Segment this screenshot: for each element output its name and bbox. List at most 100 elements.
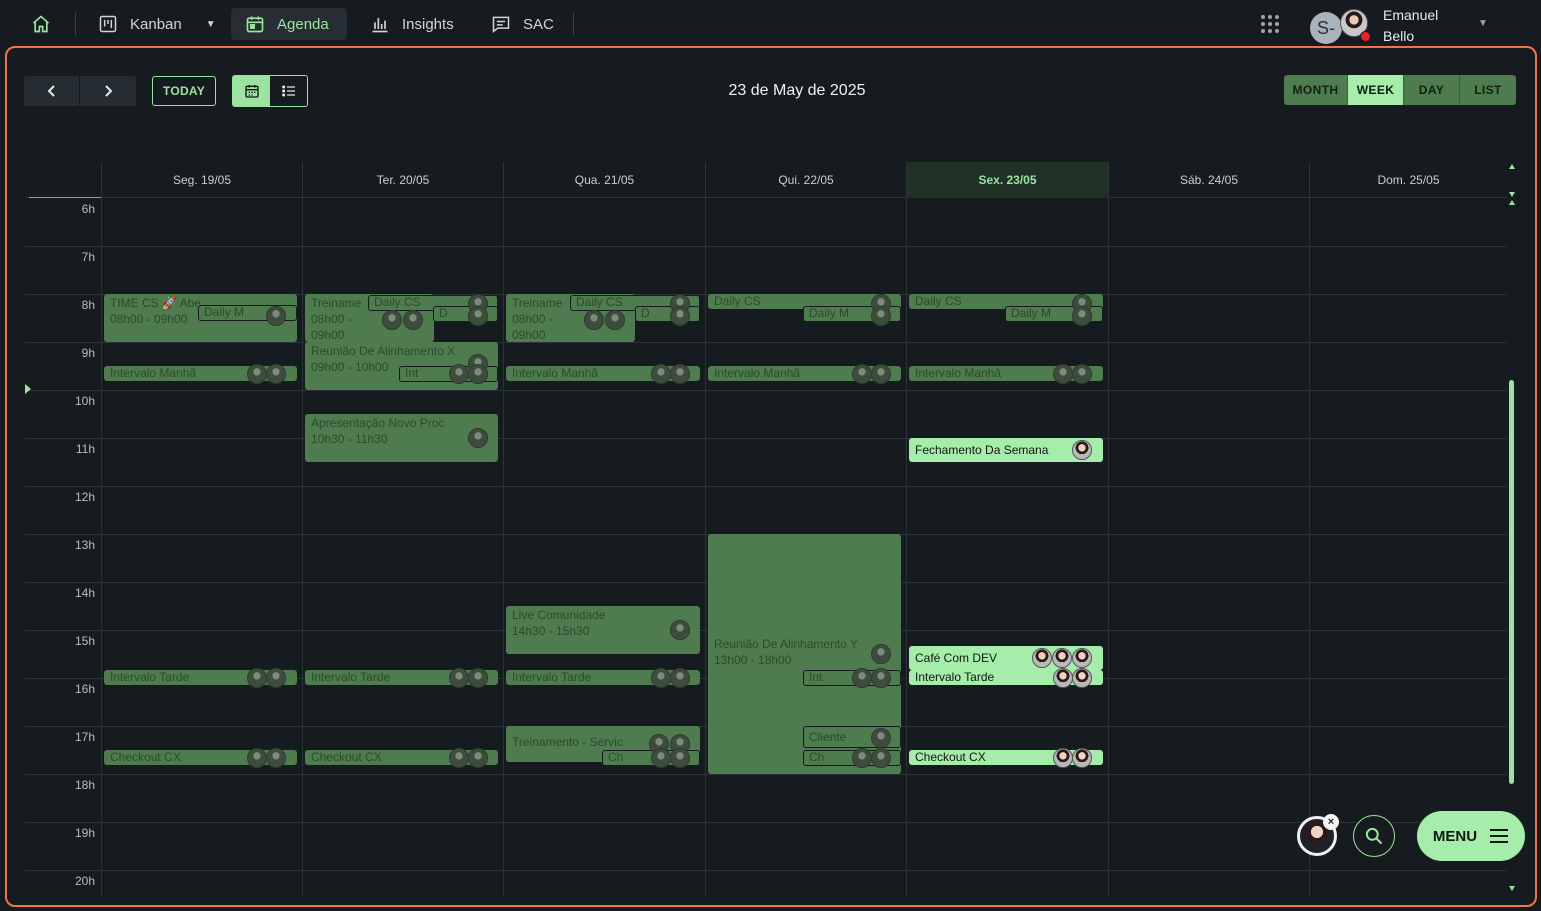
- attendee-avatar: [871, 306, 891, 326]
- attendee-avatar: [449, 668, 469, 688]
- scroll-down-icon[interactable]: [1509, 192, 1515, 197]
- attendee-avatar: [468, 364, 488, 384]
- scroll-down-icon[interactable]: [1509, 886, 1515, 891]
- attendee-avatar: [1072, 668, 1092, 688]
- hour-label: 13h: [74, 538, 95, 552]
- hour-label: 9h: [81, 346, 95, 360]
- attendee-avatar: [871, 748, 891, 768]
- attendee-avatar: [852, 364, 872, 384]
- attendee-avatar: [266, 306, 286, 326]
- time-grid: 20h 19h 18h 17h 16h 15h 14h 13h 12h 11h 10h 9h 8h 7h 6…: [25, 198, 1507, 896]
- attendee-avatar: [449, 364, 469, 384]
- day-header-sat[interactable]: Sáb. 24/05: [1108, 162, 1309, 198]
- calendar-view-toggle[interactable]: [233, 76, 270, 106]
- scroll-up-icon[interactable]: [1509, 200, 1515, 205]
- attendee-avatar: [871, 728, 891, 748]
- event-d[interactable]: D: [433, 306, 498, 322]
- attendee-avatar: [247, 364, 267, 384]
- attendee-avatar: [449, 748, 469, 768]
- nav-item-kanban[interactable]: Kanban ▼: [84, 8, 230, 40]
- search-button[interactable]: [1353, 815, 1395, 857]
- hour-label: 7h: [81, 250, 95, 264]
- nav-item-label: SAC: [523, 15, 554, 33]
- column-divider: [705, 198, 706, 896]
- chevron-down-icon[interactable]: ▼: [206, 19, 216, 30]
- attendee-avatar: [1072, 648, 1092, 668]
- attendee-avatar: [605, 310, 625, 330]
- day-header-sun[interactable]: Dom. 25/05: [1309, 162, 1507, 198]
- hour-gridline: [25, 438, 1507, 439]
- hour-gridline: [25, 246, 1507, 247]
- nav-item-sac[interactable]: SAC: [477, 8, 568, 40]
- scroll-up-icon[interactable]: [1509, 164, 1515, 169]
- menu-button[interactable]: MENU: [1417, 811, 1525, 861]
- week-calendar: Seg. 19/05 Ter. 20/05 Qua. 21/05 Qui. 22…: [25, 162, 1507, 896]
- attendee-avatar: [670, 620, 690, 640]
- hour-label: 16h: [74, 682, 95, 696]
- list-view-toggle[interactable]: [270, 76, 307, 106]
- hour-gridline: [25, 822, 1507, 823]
- calendar-icon: [244, 85, 259, 98]
- hour-label: 15h: [74, 634, 95, 648]
- current-date-title: 23 de May de 2025: [728, 82, 866, 99]
- attendee-avatar: [1052, 648, 1072, 668]
- apps-grid-icon[interactable]: [1258, 12, 1282, 36]
- event-d[interactable]: D: [635, 306, 700, 322]
- nav-divider: [573, 12, 574, 36]
- hour-gridline: [25, 390, 1507, 391]
- attendee-avatar: [670, 748, 690, 768]
- calendar-scrollbar[interactable]: [1508, 162, 1516, 896]
- attendee-avatar: [468, 748, 488, 768]
- attendee-avatar: [468, 306, 488, 326]
- day-header-fri[interactable]: Sex. 23/05: [906, 162, 1108, 198]
- hour-gridline: [25, 774, 1507, 775]
- view-switcher: MONTH WEEK DAY LIST: [1284, 75, 1516, 105]
- attendee-avatar: [1072, 440, 1092, 460]
- agenda-panel: TODAY 23 de May de 2025 MONTH WEEK DAY L…: [5, 46, 1537, 907]
- prev-week-button[interactable]: [24, 76, 80, 106]
- view-day-button[interactable]: DAY: [1404, 75, 1460, 105]
- hour-gridline: [25, 870, 1507, 871]
- attendee-avatar: [871, 668, 891, 688]
- attendee-avatar: [468, 428, 488, 448]
- chevron-down-icon[interactable]: ▼: [1478, 18, 1488, 29]
- company-avatar: S-: [1310, 12, 1342, 44]
- day-header-tue[interactable]: Ter. 20/05: [302, 162, 503, 198]
- attendee-avatar: [1053, 668, 1073, 688]
- day-header-thu[interactable]: Qui. 22/05: [705, 162, 906, 198]
- nav-item-label: Kanban: [130, 15, 182, 33]
- hour-label: 8h: [81, 298, 95, 312]
- scrollbar-thumb[interactable]: [1509, 380, 1514, 784]
- attendee-avatar: [266, 748, 286, 768]
- hour-label: 17h: [74, 730, 95, 744]
- nav-item-insights[interactable]: Insights: [356, 8, 468, 40]
- column-divider: [503, 198, 504, 896]
- attendee-avatar: [1072, 748, 1092, 768]
- user-menu[interactable]: S- Emanuel Bello ▼: [1310, 4, 1500, 44]
- view-list-button[interactable]: LIST: [1460, 75, 1516, 105]
- nav-item-agenda[interactable]: Agenda: [231, 8, 347, 40]
- hour-label: 10h: [74, 394, 95, 408]
- next-week-button[interactable]: [80, 76, 136, 106]
- attendee-avatar: [651, 748, 671, 768]
- day-header-wed[interactable]: Qua. 21/05: [503, 162, 705, 198]
- home-icon[interactable]: [26, 10, 56, 38]
- close-icon[interactable]: ×: [1323, 814, 1339, 830]
- attendee-avatar: [403, 310, 423, 330]
- view-month-button[interactable]: MONTH: [1284, 75, 1348, 105]
- hour-label: 12h: [74, 490, 95, 504]
- day-header-mon[interactable]: Seg. 19/05: [101, 162, 302, 198]
- column-divider: [1108, 198, 1109, 896]
- column-divider: [101, 198, 102, 896]
- attendee-avatar: [1032, 648, 1052, 668]
- column-divider: [302, 198, 303, 896]
- today-button[interactable]: TODAY: [152, 76, 216, 106]
- calendar-icon: [246, 16, 264, 33]
- attendee-avatar: [651, 668, 671, 688]
- attendee-avatar: [247, 668, 267, 688]
- nav-item-label: Agenda: [277, 15, 329, 33]
- kanban-icon: [99, 15, 117, 33]
- attendee-avatar: [852, 668, 872, 688]
- attendee-avatar: [1053, 748, 1073, 768]
- view-week-button[interactable]: WEEK: [1348, 75, 1404, 105]
